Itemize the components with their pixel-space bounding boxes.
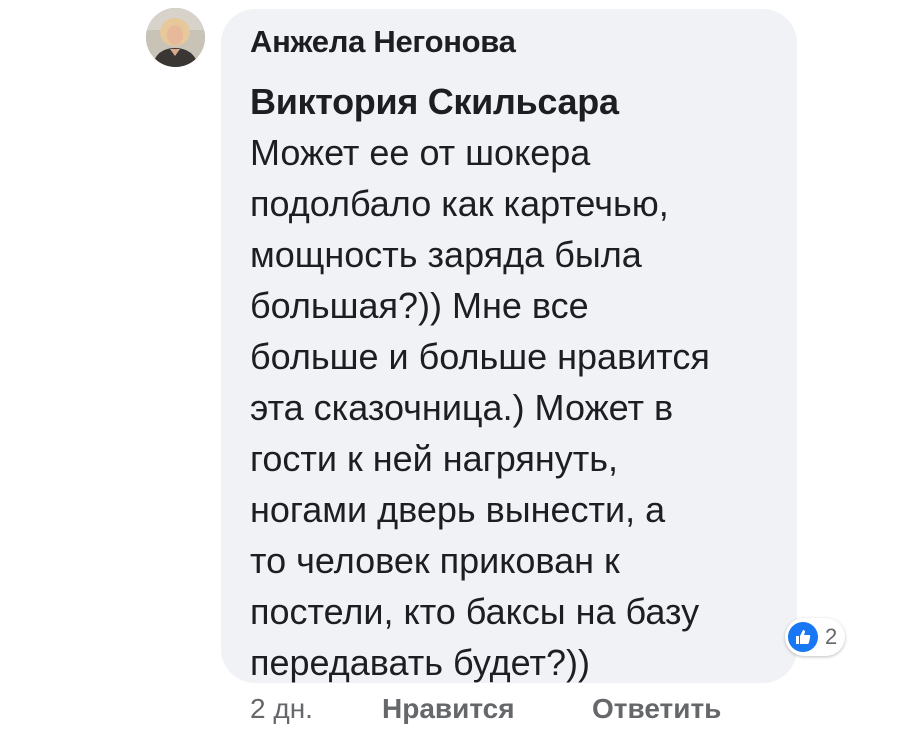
reaction-count: 2 (825, 624, 838, 649)
avatar[interactable] (146, 8, 205, 67)
comment-author[interactable]: Анжела Негонова (250, 24, 516, 60)
text-line: мощность заряда была (250, 234, 642, 275)
text-line: постели, кто баксы на базу (250, 591, 700, 632)
reaction-summary[interactable]: 2 (785, 618, 846, 656)
comment-timestamp[interactable]: 2 дн. (250, 693, 313, 725)
text-line: большая?)) Мне все (250, 285, 589, 326)
text-line: больше и больше нравится (250, 336, 710, 377)
like-icon (788, 622, 818, 652)
text-line: гости к ней нагрянуть, (250, 438, 618, 479)
text-line: передавать будет?)) (250, 642, 590, 683)
reply-button[interactable]: Ответить (592, 693, 721, 725)
avatar-photo (146, 8, 205, 67)
text-line: то человек прикован к (250, 540, 620, 581)
text-line: подолбало как картечью, (250, 183, 669, 224)
comment-text: Виктория Скильсара Может ее от шокера по… (250, 76, 790, 688)
mention-link[interactable]: Виктория Скильсара (250, 76, 790, 127)
text-line: Может ее от шокера (250, 132, 591, 173)
text-line: ногами дверь вынести, а (250, 489, 666, 530)
like-button[interactable]: Нравится (382, 693, 515, 725)
text-line: эта сказочница.) Может в (250, 387, 674, 428)
